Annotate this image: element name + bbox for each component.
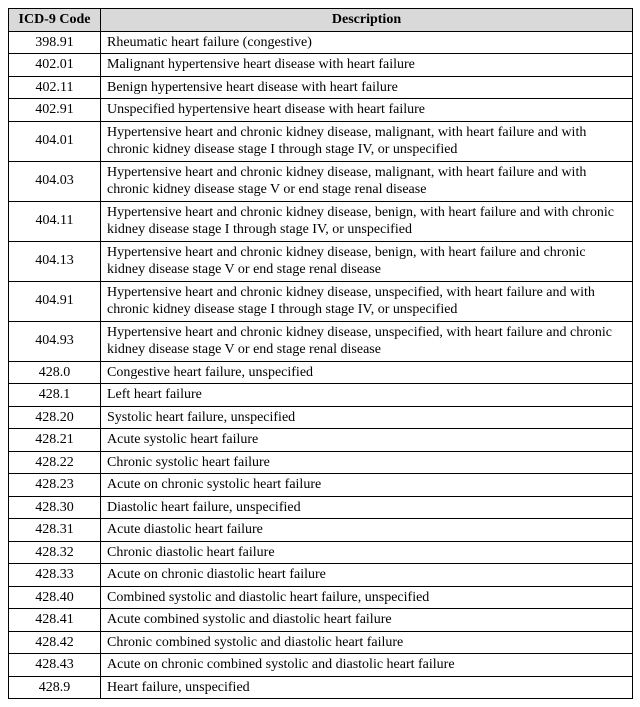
table-row: 402.11Benign hypertensive heart disease … — [9, 76, 633, 99]
cell-description: Acute diastolic heart failure — [101, 519, 633, 542]
table-row: 402.91Unspecified hypertensive heart dis… — [9, 99, 633, 122]
table-row: 404.13Hypertensive heart and chronic kid… — [9, 241, 633, 281]
cell-description: Acute systolic heart failure — [101, 429, 633, 452]
table-row: 428.33Acute on chronic diastolic heart f… — [9, 564, 633, 587]
table-row: 428.40Combined systolic and diastolic he… — [9, 586, 633, 609]
cell-description: Hypertensive heart and chronic kidney di… — [101, 281, 633, 321]
table-row: 428.1Left heart failure — [9, 384, 633, 407]
cell-description: Congestive heart failure, unspecified — [101, 361, 633, 384]
cell-code: 402.01 — [9, 54, 101, 77]
cell-description: Chronic diastolic heart failure — [101, 541, 633, 564]
cell-description: Chronic systolic heart failure — [101, 451, 633, 474]
table-row: 404.11Hypertensive heart and chronic kid… — [9, 201, 633, 241]
cell-code: 428.22 — [9, 451, 101, 474]
cell-code: 428.1 — [9, 384, 101, 407]
cell-code: 404.03 — [9, 161, 101, 201]
cell-description: Unspecified hypertensive heart disease w… — [101, 99, 633, 122]
table-row: 404.03Hypertensive heart and chronic kid… — [9, 161, 633, 201]
cell-code: 428.43 — [9, 654, 101, 677]
cell-description: Acute on chronic combined systolic and d… — [101, 654, 633, 677]
cell-code: 428.21 — [9, 429, 101, 452]
table-row: 428.23Acute on chronic systolic heart fa… — [9, 474, 633, 497]
table-row: 404.01Hypertensive heart and chronic kid… — [9, 121, 633, 161]
cell-code: 428.0 — [9, 361, 101, 384]
cell-description: Heart failure, unspecified — [101, 676, 633, 699]
table-row: 428.42Chronic combined systolic and dias… — [9, 631, 633, 654]
table-row: 428.21Acute systolic heart failure — [9, 429, 633, 452]
cell-code: 404.01 — [9, 121, 101, 161]
cell-description: Acute on chronic systolic heart failure — [101, 474, 633, 497]
header-code: ICD-9 Code — [9, 9, 101, 32]
cell-description: Combined systolic and diastolic heart fa… — [101, 586, 633, 609]
cell-code: 428.33 — [9, 564, 101, 587]
cell-description: Malignant hypertensive heart disease wit… — [101, 54, 633, 77]
cell-description: Systolic heart failure, unspecified — [101, 406, 633, 429]
table-row: 428.43Acute on chronic combined systolic… — [9, 654, 633, 677]
cell-description: Diastolic heart failure, unspecified — [101, 496, 633, 519]
cell-code: 428.9 — [9, 676, 101, 699]
table-row: 428.31Acute diastolic heart failure — [9, 519, 633, 542]
cell-description: Hypertensive heart and chronic kidney di… — [101, 121, 633, 161]
table-row: 402.01Malignant hypertensive heart disea… — [9, 54, 633, 77]
cell-code: 404.91 — [9, 281, 101, 321]
cell-description: Acute on chronic diastolic heart failure — [101, 564, 633, 587]
table-row: 428.0Congestive heart failure, unspecifi… — [9, 361, 633, 384]
table-row: 428.30Diastolic heart failure, unspecifi… — [9, 496, 633, 519]
cell-code: 402.91 — [9, 99, 101, 122]
table-row: 428.22Chronic systolic heart failure — [9, 451, 633, 474]
cell-description: Left heart failure — [101, 384, 633, 407]
cell-code: 402.11 — [9, 76, 101, 99]
icd9-table: ICD-9 Code Description 398.91Rheumatic h… — [8, 8, 633, 699]
cell-description: Benign hypertensive heart disease with h… — [101, 76, 633, 99]
cell-description: Hypertensive heart and chronic kidney di… — [101, 201, 633, 241]
cell-code: 398.91 — [9, 31, 101, 54]
cell-code: 428.30 — [9, 496, 101, 519]
cell-code: 428.20 — [9, 406, 101, 429]
cell-description: Chronic combined systolic and diastolic … — [101, 631, 633, 654]
cell-code: 428.32 — [9, 541, 101, 564]
cell-description: Hypertensive heart and chronic kidney di… — [101, 321, 633, 361]
cell-description: Hypertensive heart and chronic kidney di… — [101, 241, 633, 281]
header-description: Description — [101, 9, 633, 32]
cell-code: 428.42 — [9, 631, 101, 654]
table-body: 398.91Rheumatic heart failure (congestiv… — [9, 31, 633, 699]
table-header-row: ICD-9 Code Description — [9, 9, 633, 32]
cell-code: 428.23 — [9, 474, 101, 497]
table-row: 428.32Chronic diastolic heart failure — [9, 541, 633, 564]
cell-code: 428.31 — [9, 519, 101, 542]
cell-code: 404.11 — [9, 201, 101, 241]
cell-code: 404.13 — [9, 241, 101, 281]
cell-description: Rheumatic heart failure (congestive) — [101, 31, 633, 54]
cell-code: 428.41 — [9, 609, 101, 632]
table-row: 404.93Hypertensive heart and chronic kid… — [9, 321, 633, 361]
table-row: 428.9Heart failure, unspecified — [9, 676, 633, 699]
cell-description: Hypertensive heart and chronic kidney di… — [101, 161, 633, 201]
table-row: 428.41Acute combined systolic and diasto… — [9, 609, 633, 632]
cell-code: 428.40 — [9, 586, 101, 609]
table-row: 404.91Hypertensive heart and chronic kid… — [9, 281, 633, 321]
cell-description: Acute combined systolic and diastolic he… — [101, 609, 633, 632]
cell-code: 404.93 — [9, 321, 101, 361]
table-row: 398.91Rheumatic heart failure (congestiv… — [9, 31, 633, 54]
table-row: 428.20Systolic heart failure, unspecifie… — [9, 406, 633, 429]
